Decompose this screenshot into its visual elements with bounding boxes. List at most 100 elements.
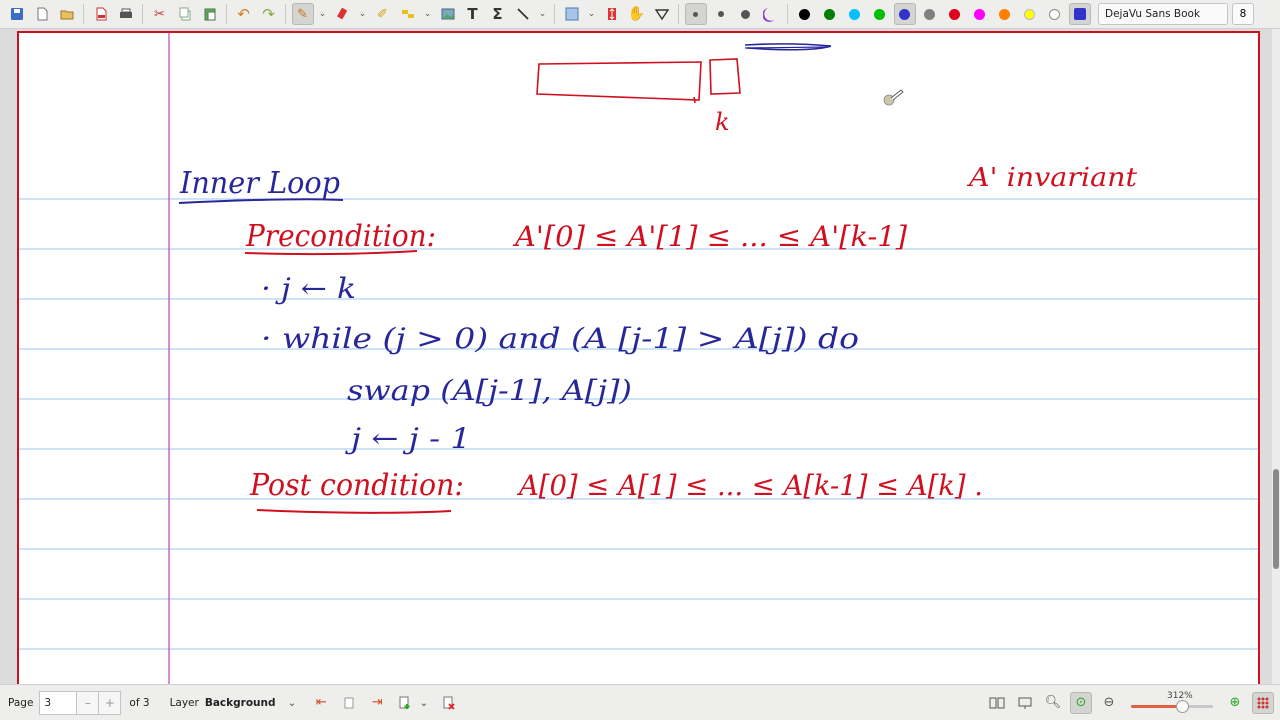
toolbar-separator	[787, 4, 788, 24]
color-black-swatch[interactable]	[794, 3, 816, 25]
page-number-input[interactable]: 3	[39, 690, 78, 715]
copy-icon[interactable]	[174, 3, 196, 25]
zoom-fill	[1131, 704, 1182, 708]
chevron-down-icon[interactable]: ⌄	[586, 3, 598, 25]
chevron-down-icon[interactable]: ⌄	[422, 3, 434, 25]
text-icon[interactable]: T	[462, 3, 484, 25]
vertical-scrollbar[interactable]	[1272, 29, 1280, 684]
zoom-in-icon[interactable]: ⊕	[1224, 692, 1246, 714]
code-line-2: · while (j > 0) and (A [j-1] > A[j]) do	[261, 322, 859, 355]
undo-icon[interactable]: ↶	[233, 3, 255, 25]
chevron-down-icon[interactable]: ⌄	[288, 697, 297, 709]
status-bar: Page 3 – + of 3 Layer Background ⌄ ⇤ ⇥ ⌄…	[0, 684, 1280, 720]
canvas-area[interactable]: k Inner Loop A' invariant Precondition: …	[0, 29, 1272, 684]
zoom-fit-icon[interactable]: 🔍︎	[1042, 692, 1064, 714]
presentation-mode-icon[interactable]	[1014, 692, 1036, 714]
array-box-sorted	[536, 61, 702, 101]
page-label: Page	[8, 696, 34, 709]
open-folder-icon[interactable]	[56, 3, 78, 25]
new-document-icon[interactable]	[31, 3, 53, 25]
color-blue-swatch[interactable]	[893, 3, 916, 25]
annotate-pdf-icon[interactable]	[90, 3, 112, 25]
chevron-down-icon[interactable]: ⌄	[537, 3, 549, 25]
print-icon[interactable]	[115, 3, 137, 25]
custom-color-swatch[interactable]	[1068, 3, 1091, 25]
fill-icon[interactable]	[760, 3, 782, 25]
precondition-expression: A'[0] ≤ A'[1] ≤ ... ≤ A'[k-1]	[512, 220, 907, 253]
select-rect-icon[interactable]	[561, 3, 583, 25]
color-lightgreen-swatch[interactable]	[869, 3, 891, 25]
precondition-label: Precondition:	[245, 219, 436, 254]
text-tool-icon[interactable]	[397, 3, 419, 25]
toolbar-separator	[554, 4, 555, 24]
toolbar-separator	[285, 4, 286, 24]
delete-page-icon[interactable]	[438, 692, 460, 714]
color-red-swatch[interactable]	[944, 3, 966, 25]
page-count: of 3	[129, 696, 150, 709]
chevron-down-icon[interactable]: ⌄	[419, 697, 428, 709]
image-icon[interactable]	[437, 3, 459, 25]
toolbar-separator	[83, 4, 84, 24]
color-green-swatch[interactable]	[819, 3, 841, 25]
last-page-icon[interactable]: ⇥	[366, 692, 388, 714]
menu-icon[interactable]	[1252, 691, 1274, 714]
zoom-level-label: 312%	[1167, 690, 1193, 701]
zoom-slider[interactable]: 312%	[1127, 691, 1217, 715]
play-object-icon[interactable]	[651, 3, 673, 25]
font-size-button[interactable]: 8	[1232, 3, 1254, 25]
color-white-swatch[interactable]	[1044, 3, 1066, 25]
thickness-fine-icon[interactable]	[684, 3, 707, 25]
add-page-icon[interactable]	[394, 692, 416, 714]
previous-page-icon[interactable]	[338, 692, 360, 714]
invariant-label: A' invariant	[967, 163, 1138, 193]
zoom-out-icon[interactable]: ⊖	[1098, 692, 1120, 714]
hand-tool-icon[interactable]: ✋	[626, 3, 648, 25]
layer-label: Layer	[169, 696, 199, 709]
notebook-page[interactable]: k Inner Loop A' invariant Precondition: …	[17, 31, 1260, 684]
toolbar-separator	[142, 4, 143, 24]
toolbar-separator	[226, 4, 227, 24]
font-selector-button[interactable]: DejaVu Sans Book	[1098, 3, 1228, 25]
highlighter-icon[interactable]: ✐	[372, 3, 394, 25]
vertical-space-icon[interactable]	[601, 3, 623, 25]
code-line-3: swap (A[j-1], A[j])	[347, 374, 632, 407]
color-magenta-swatch[interactable]	[969, 3, 991, 25]
scrollbar-thumb[interactable]	[1273, 469, 1279, 569]
chevron-down-icon[interactable]: ⌄	[357, 3, 369, 25]
color-lightblue-swatch[interactable]	[844, 3, 866, 25]
zoom-knob[interactable]	[1175, 699, 1189, 713]
toolbar-separator	[678, 4, 679, 24]
page-increment-button[interactable]: +	[99, 690, 122, 715]
postcondition-expression: A[0] ≤ A[1] ≤ ... ≤ A[k-1] ≤ A[k] .	[516, 469, 983, 502]
chevron-down-icon[interactable]: ⌄	[317, 3, 329, 25]
layer-selector[interactable]: Background	[205, 697, 276, 709]
ruled-lines	[19, 198, 1258, 650]
zoom-page-width-icon[interactable]: ⊙	[1070, 691, 1092, 714]
pen-cursor-icon	[883, 89, 904, 106]
page-decrement-button[interactable]: –	[77, 690, 100, 715]
code-line-1: · j ← k	[261, 272, 356, 305]
color-gray-swatch[interactable]	[919, 3, 941, 25]
postcondition-underline	[256, 509, 452, 514]
line-tool-icon[interactable]	[512, 3, 534, 25]
blue-scribble-line	[744, 46, 830, 49]
color-yellow-swatch[interactable]	[1019, 3, 1041, 25]
cut-icon[interactable]: ✂	[149, 3, 171, 25]
paste-icon[interactable]	[199, 3, 221, 25]
code-line-4: j ← j - 1	[344, 422, 471, 455]
save-icon[interactable]	[6, 3, 28, 25]
pen-tool-icon[interactable]: ✎	[291, 3, 314, 25]
redo-icon[interactable]: ↷	[258, 3, 280, 25]
math-sigma-icon[interactable]: Σ	[487, 3, 509, 25]
thickness-medium-icon[interactable]	[710, 3, 732, 25]
main-toolbar: ✂ ↶ ↷ ✎ ⌄ ⌄ ✐ ⌄ T Σ ⌄ ⌄ ✋ DejaVu Sans Bo…	[0, 0, 1280, 29]
k-label: k	[715, 108, 730, 136]
array-box-k	[709, 58, 741, 95]
first-page-icon[interactable]: ⇤	[310, 692, 332, 714]
eraser-icon[interactable]	[332, 3, 354, 25]
thickness-thick-icon[interactable]	[735, 3, 757, 25]
color-orange-swatch[interactable]	[994, 3, 1016, 25]
page-drawing[interactable]: k Inner Loop A' invariant Precondition: …	[19, 33, 1258, 684]
two-page-view-icon[interactable]	[986, 692, 1008, 714]
postcondition-label: Post condition:	[249, 468, 464, 503]
